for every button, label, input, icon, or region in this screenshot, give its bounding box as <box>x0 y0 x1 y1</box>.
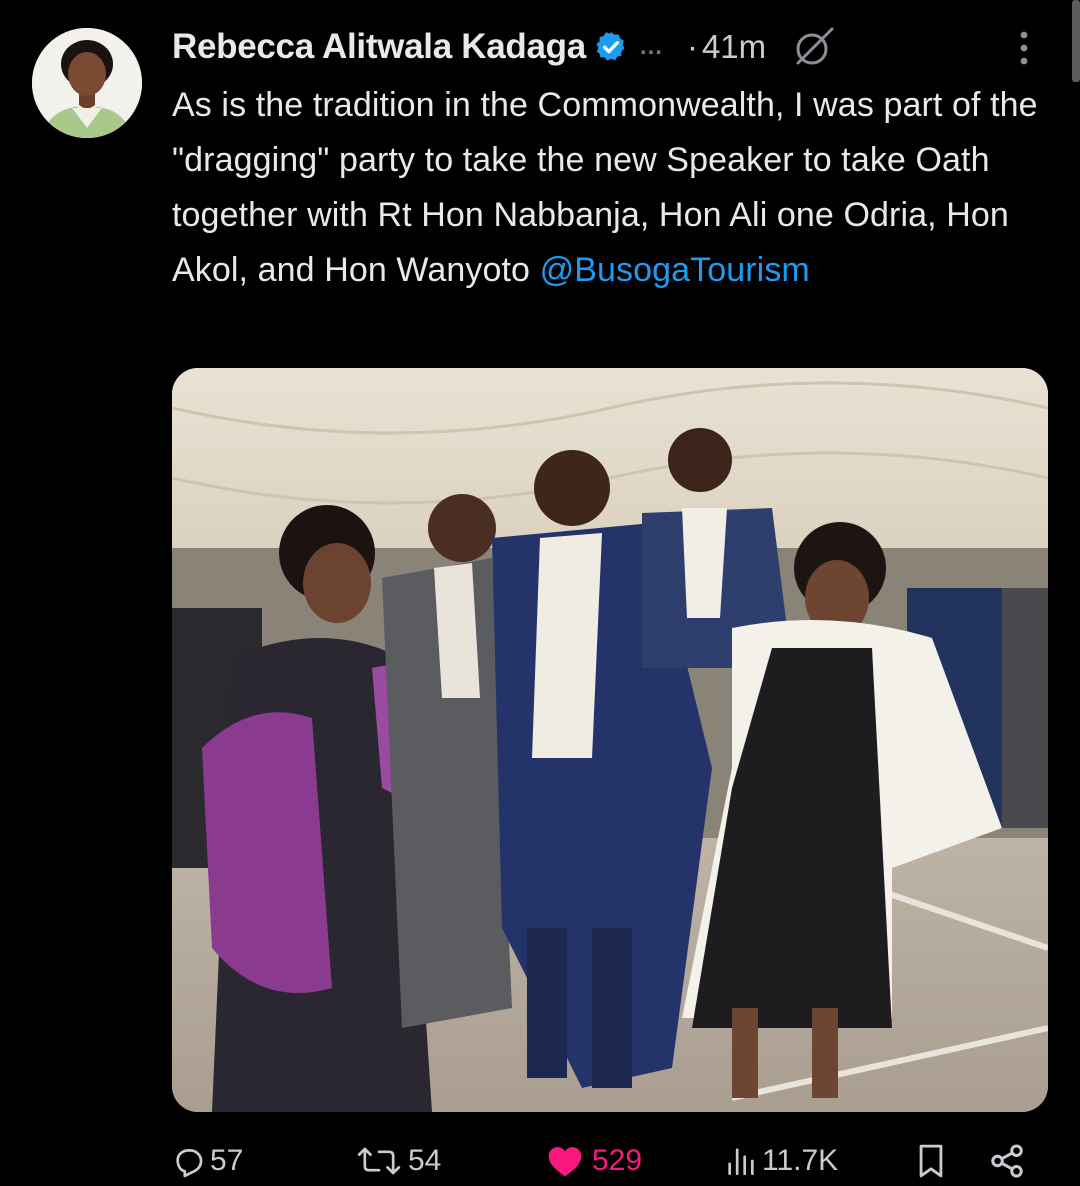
bookmark-button[interactable] <box>914 1136 948 1186</box>
scrollbar-thumb[interactable] <box>1072 0 1080 82</box>
repost-button[interactable]: 54 <box>354 1136 441 1186</box>
bookmark-icon <box>914 1142 948 1180</box>
repost-icon <box>354 1144 404 1178</box>
tweet-time[interactable]: 41m <box>702 28 766 66</box>
author-avatar[interactable] <box>32 28 142 138</box>
like-button[interactable]: 529 <box>546 1136 642 1186</box>
time-separator: · <box>686 28 698 65</box>
share-button[interactable] <box>988 1136 1026 1186</box>
grok-icon[interactable] <box>792 25 836 69</box>
like-count: 529 <box>592 1144 643 1177</box>
share-icon <box>988 1142 1026 1180</box>
reply-count: 57 <box>210 1144 244 1177</box>
views-count: 11.7K <box>762 1144 839 1177</box>
verified-badge-icon[interactable] <box>594 30 628 64</box>
tweet[interactable]: Rebecca Alitwala Kadaga ... · 41m As is … <box>0 0 1080 1186</box>
views-chart-icon <box>724 1144 758 1178</box>
tweet-text: As is the tradition in the Commonwealth,… <box>172 78 1052 298</box>
author-name[interactable]: Rebecca Alitwala Kadaga <box>172 27 586 67</box>
reply-button[interactable]: 57 <box>172 1136 243 1186</box>
reply-icon <box>172 1144 206 1178</box>
tweet-action-bar: 57 54 529 11.7K <box>172 1136 1032 1186</box>
tweet-photo[interactable] <box>172 368 1048 1112</box>
name-truncation: ... <box>639 33 663 60</box>
tweet-header: Rebecca Alitwala Kadaga ... · 41m <box>172 24 1052 70</box>
mention-link[interactable]: @BusogaTourism <box>540 251 810 289</box>
more-options-icon[interactable] <box>1018 30 1030 66</box>
views-button[interactable]: 11.7K <box>724 1136 838 1186</box>
heart-icon <box>546 1144 584 1178</box>
repost-count: 54 <box>408 1144 442 1177</box>
